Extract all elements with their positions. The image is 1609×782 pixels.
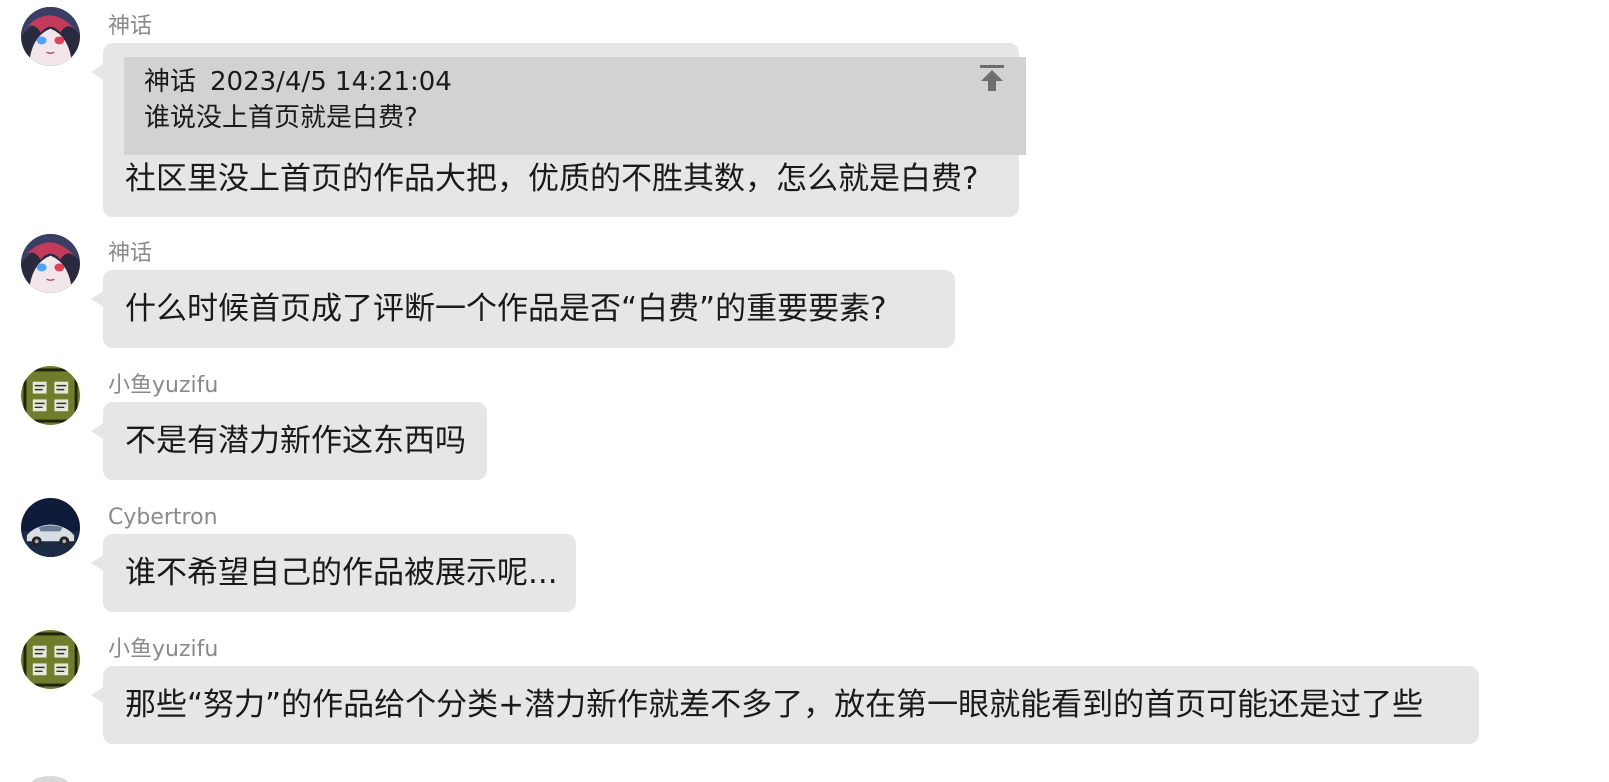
avatar[interactable] xyxy=(21,366,80,425)
sender-name: Cybertron xyxy=(108,505,218,530)
car-photo-avatar-icon xyxy=(21,498,80,557)
sender-name: 神话 xyxy=(108,14,153,39)
sender-name: 神话 xyxy=(108,241,153,266)
avatar[interactable] xyxy=(21,498,80,557)
message-text: 社区里没上首页的作品大把，优质的不胜其数，怎么就是白费? xyxy=(125,161,979,197)
avatar[interactable] xyxy=(21,630,80,689)
message-text: 那些“努力”的作品给个分类+潜力新作就差不多了，放在第一眼就能看到的首页可能还是… xyxy=(125,687,1424,723)
message-bubble[interactable]: 谁不希望自己的作品被展示呢... xyxy=(91,534,576,612)
chat-message: Cybertron 谁不希望自己的作品被展示呢... xyxy=(0,496,1609,616)
chat-message: 神话 什么时候首页成了评断一个作品是否“白费”的重要要素? xyxy=(0,232,1609,352)
bubble-tail xyxy=(91,686,105,704)
quote-header: 神话 2023/4/5 14:21:04 xyxy=(144,65,452,99)
quoted-message[interactable]: 神话 2023/4/5 14:21:04 谁说没上首页就是白费? xyxy=(124,57,1026,155)
bubble-tail xyxy=(91,63,105,81)
message-text: 什么时候首页成了评断一个作品是否“白费”的重要要素? xyxy=(125,291,887,327)
chat-message: 小鱼yuzifu 不是有潜力新作这东西吗 xyxy=(0,364,1609,484)
quote-sender: 神话 xyxy=(144,67,197,97)
avatar[interactable] xyxy=(21,7,80,66)
green-pattern-avatar-icon xyxy=(21,630,80,689)
message-bubble[interactable]: 那些“努力”的作品给个分类+潜力新作就差不多了，放在第一眼就能看到的首页可能还是… xyxy=(91,666,1479,744)
message-bubble[interactable]: 不是有潜力新作这东西吗 xyxy=(91,402,487,480)
message-text: 不是有潜力新作这东西吗 xyxy=(125,423,466,459)
message-bubble[interactable]: 神话 2023/4/5 14:21:04 谁说没上首页就是白费? 社区里没上首页的… xyxy=(91,43,1026,217)
avatar[interactable] xyxy=(21,234,80,293)
chat-message: 神话 神话 2023/4/5 14:21:04 谁说没上首页就是白费? 社区里没上… xyxy=(0,0,1609,220)
message-bubble[interactable]: 什么时候首页成了评断一个作品是否“白费”的重要要素? xyxy=(91,270,955,348)
scroll-to-quote-icon[interactable] xyxy=(978,63,1006,93)
quote-timestamp: 2023/4/5 14:21:04 xyxy=(210,67,452,97)
chat-message-list: 神话 神话 2023/4/5 14:21:04 谁说没上首页就是白费? 社区里没上… xyxy=(0,0,1609,782)
chat-message: 小鱼yuzifu 那些“努力”的作品给个分类+潜力新作就差不多了，放在第一眼就能… xyxy=(0,628,1609,748)
green-pattern-avatar-icon xyxy=(21,366,80,425)
bubble-tail xyxy=(91,554,105,572)
sender-name: 小鱼yuzifu xyxy=(108,637,219,662)
bubble-tail xyxy=(91,290,105,308)
anime-girl-avatar-icon xyxy=(21,7,80,66)
anime-girl-avatar-icon xyxy=(21,234,80,293)
sender-name: 小鱼yuzifu xyxy=(108,373,219,398)
quote-text: 谁说没上首页就是白费? xyxy=(144,103,418,133)
message-text: 谁不希望自己的作品被展示呢... xyxy=(125,555,558,591)
bubble-tail xyxy=(91,422,105,440)
avatar[interactable] xyxy=(30,776,70,782)
